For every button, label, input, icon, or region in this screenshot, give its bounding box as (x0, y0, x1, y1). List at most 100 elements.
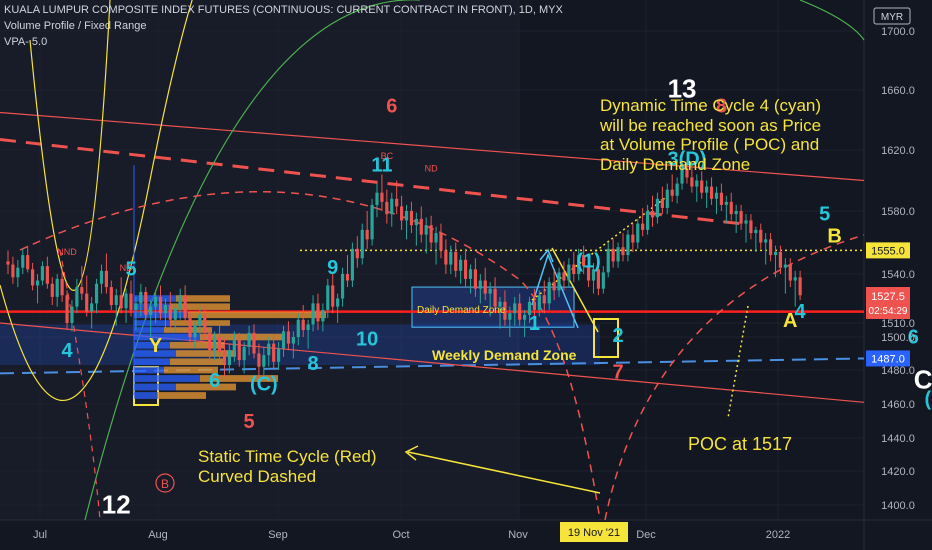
cycle-label: 7 (613, 362, 624, 384)
candle-body (719, 192, 723, 205)
candle-body (168, 305, 172, 320)
candle-body (660, 198, 664, 208)
candle-body (631, 234, 635, 243)
candle-body (409, 211, 414, 226)
volume-profile-bar-up (134, 358, 170, 366)
candle-body (749, 220, 753, 234)
y-tick-label: 1500.0 (881, 332, 915, 344)
candle-body (562, 272, 566, 281)
candle-body (296, 319, 300, 337)
candle-body (16, 267, 20, 278)
candle-body (188, 318, 192, 337)
candle-body (646, 211, 650, 230)
daily-demand-zone-label: Daily Demand Zone (417, 305, 506, 316)
x-tick-label: Oct (392, 529, 409, 541)
candle-body (232, 340, 236, 351)
y-tick-label: 1540.0 (881, 269, 915, 281)
weekly-demand-zone-label: Weekly Demand Zone (432, 347, 577, 363)
shaded-region (0, 0, 520, 520)
cycle-label: 4 (61, 340, 73, 362)
candle-body (463, 259, 468, 279)
candle-body (326, 285, 330, 310)
candle-body (173, 308, 177, 320)
chart-root: 1513863(D)115B9(1)51A42610Y94876(C)C(E)5… (0, 0, 932, 550)
candle-body (291, 337, 295, 344)
candle-body (434, 233, 438, 243)
candle-body (306, 324, 310, 330)
annotation-line: at Volume Profile ( POC) and (600, 135, 820, 155)
y-tick-label: 1400.0 (881, 500, 915, 512)
candle-body (764, 239, 768, 243)
cycle-label: 6 (209, 370, 220, 392)
candle-body (45, 266, 49, 284)
candle-body (247, 332, 251, 347)
volume-profile-bar-up (134, 320, 170, 326)
annotation-line: Curved Dashed (198, 466, 317, 486)
candle-body (793, 277, 797, 281)
candle-body (400, 206, 404, 221)
candle-body (281, 331, 286, 349)
candle-body (754, 229, 758, 234)
cycle-label: 9 (327, 257, 338, 279)
candle-body (26, 255, 30, 270)
candle-body (414, 218, 418, 226)
candle-body (547, 282, 551, 304)
candle-body (665, 189, 669, 208)
annotation-line: Static Time Cycle (Red) (198, 447, 377, 466)
candle-body (350, 248, 354, 281)
candle-body (513, 303, 517, 314)
candle-body (217, 337, 222, 352)
volume-profile-bar-down (176, 350, 236, 357)
volume-profile-bar-up (134, 366, 164, 374)
candle-body (424, 225, 428, 235)
volume-profile-bar-up (134, 392, 158, 399)
y-tick-label: 1510.0 (881, 318, 915, 330)
volume-profile-bar-up (134, 375, 200, 382)
static-cycle-annotation: Static Time Cycle (Red) Curved Dashed (198, 447, 377, 486)
candle-body (35, 280, 40, 286)
candle-body (262, 355, 266, 367)
candle-body (459, 259, 463, 271)
candle-body (385, 201, 389, 215)
candle-body (650, 211, 655, 218)
candle-body (380, 192, 384, 202)
candle-body (798, 277, 802, 296)
candle-body (444, 250, 448, 265)
candle-body (321, 309, 325, 322)
candle-body (154, 296, 158, 307)
candle-body (90, 303, 94, 312)
candle-body (744, 220, 748, 224)
x-tick-label: Nov (508, 529, 528, 541)
candle-body (65, 295, 69, 323)
candle-body (478, 280, 482, 289)
date-label: 19 Nov '21 (568, 527, 620, 539)
candle-body (163, 305, 168, 314)
indicator-vpa[interactable]: VPA- 5.0 (4, 36, 47, 48)
candle-body (85, 293, 89, 312)
cycle-label: 8 (307, 353, 318, 375)
candle-body (104, 270, 108, 288)
y-tick-label: 1420.0 (881, 466, 915, 478)
candle-body (542, 295, 546, 304)
candle-body (626, 234, 630, 256)
candle-body (301, 319, 305, 330)
price-chart: 1513863(D)115B9(1)51A42610Y94876(C)C(E)5… (0, 0, 932, 550)
indicator-volume-profile[interactable]: Volume Profile / Fixed Range (4, 20, 146, 32)
x-tick-label: Dec (636, 529, 656, 541)
candle-body (50, 283, 54, 297)
candle-body (267, 343, 271, 356)
candle-body (537, 295, 541, 310)
candle-body (149, 306, 153, 315)
chart-title: KUALA LUMPUR COMPOSITE INDEX FUTURES (CO… (4, 4, 563, 16)
candle-body (252, 332, 256, 354)
candle-body (616, 247, 620, 262)
y-tick-label: 1480.0 (881, 365, 915, 377)
candle-body (6, 261, 10, 265)
candle-body (606, 248, 610, 273)
circled-b-label: B (161, 477, 169, 491)
volume-signal-label: BC (381, 151, 394, 161)
volume-profile-bar-down (200, 333, 284, 341)
candle-body (532, 301, 537, 310)
candle-body (675, 183, 679, 196)
candle-body (124, 293, 128, 309)
